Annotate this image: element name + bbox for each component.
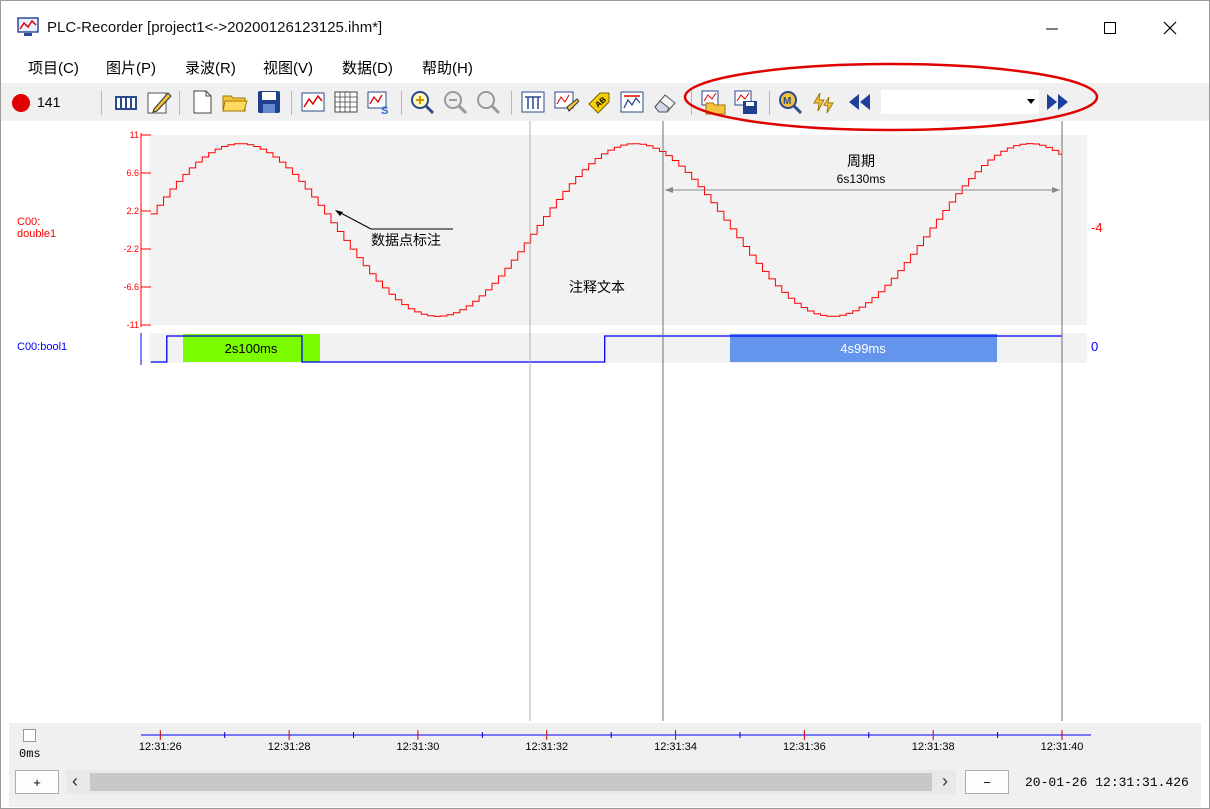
time-axis[interactable]: 12:31:26 12:31:28 12:31:30 12:31:32 12:31:34… xyxy=(9,723,1201,763)
app-icon xyxy=(17,17,39,36)
annotate-icon[interactable] xyxy=(553,89,579,115)
point-annotation-label[interactable]: 数据点标注 xyxy=(371,232,441,248)
maximize-icon xyxy=(1104,22,1116,34)
toolbar-separator xyxy=(511,91,512,115)
toolbar-separator xyxy=(179,91,180,115)
zoom-reset-icon[interactable] xyxy=(475,89,501,115)
chart-icon[interactable] xyxy=(619,89,645,115)
scrollbar-thumb[interactable] xyxy=(90,773,932,791)
x-tick-label: 12:31:26 xyxy=(139,741,182,753)
y-tick-label: 2.2 xyxy=(126,206,139,216)
signal-settings-icon[interactable]: S xyxy=(366,89,392,115)
title-bar: PLC-Recorder [project1<->20200126123125.… xyxy=(1,1,1209,47)
grid-icon[interactable] xyxy=(333,89,359,115)
window-title: PLC-Recorder [project1<->20200126123125.… xyxy=(47,19,383,36)
zoom-out-icon[interactable] xyxy=(442,89,468,115)
minimize-button[interactable] xyxy=(1029,11,1075,45)
span-label-2: 4s99ms xyxy=(840,341,886,356)
x-tick-label: 12:31:28 xyxy=(268,741,311,753)
note-text[interactable]: 注释文本 xyxy=(569,279,625,295)
period-label: 周期 xyxy=(847,153,875,169)
highlight-ellipse xyxy=(683,62,1099,132)
y-tick-label: -2.2 xyxy=(123,244,139,254)
horizontal-scrollbar[interactable]: ‹ › xyxy=(66,770,956,794)
x-tick-label: 12:31:38 xyxy=(912,741,955,753)
record-indicator-icon xyxy=(12,94,30,112)
zoom-in-icon[interactable] xyxy=(409,89,435,115)
toolbar-separator xyxy=(401,91,402,115)
plc-icon[interactable] xyxy=(113,89,139,115)
scroll-right-icon[interactable]: › xyxy=(942,771,948,792)
app-window: PLC-Recorder [project1<->20200126123125.… xyxy=(0,0,1210,809)
y-ticks: 11 6.6 2.2 -2.2 -6.6 -11 xyxy=(123,130,151,330)
scroll-left-icon[interactable]: ‹ xyxy=(72,771,78,792)
x-tick-label: 12:31:34 xyxy=(654,741,697,753)
menu-view[interactable]: 视图(V) xyxy=(263,57,313,78)
close-icon xyxy=(1163,21,1177,35)
x-tick-label: 12:31:32 xyxy=(525,741,568,753)
svg-text:S: S xyxy=(381,105,388,115)
menu-data[interactable]: 数据(D) xyxy=(342,57,393,78)
zoom-plus-button[interactable]: + xyxy=(15,770,59,794)
open-folder-icon[interactable] xyxy=(222,89,248,115)
menu-picture[interactable]: 图片(P) xyxy=(106,57,156,78)
toolbar-separator xyxy=(291,91,292,115)
status-timestamp: 20-01-26 12:31:31.426 xyxy=(1025,775,1189,790)
zoom-minus-button[interactable]: − xyxy=(965,770,1009,794)
period-value: 6s130ms xyxy=(837,172,886,186)
chart-area[interactable]: C00: double1 C00:bool1 -4 0 11 6.6 2.2 -2.2… xyxy=(9,121,1201,721)
menu-project[interactable]: 项目(C) xyxy=(28,57,79,78)
analog-band xyxy=(149,135,1087,325)
save-icon[interactable] xyxy=(256,89,282,115)
x-ticks: 12:31:26 12:31:28 12:31:30 12:31:32 12:31:34… xyxy=(139,730,1084,753)
menu-record[interactable]: 录波(R) xyxy=(185,57,236,78)
y-tick-label: -11 xyxy=(127,320,139,330)
maximize-button[interactable] xyxy=(1087,11,1133,45)
waveform-plot[interactable]: 11 6.6 2.2 -2.2 -6.6 -11 2s100ms 4s99ms 周期 6s… xyxy=(9,121,1201,721)
marker-icon[interactable] xyxy=(520,89,546,115)
new-file-icon[interactable] xyxy=(189,89,215,115)
minimize-icon xyxy=(1046,28,1058,30)
close-button[interactable] xyxy=(1147,11,1193,45)
y-tick-label: -6.6 xyxy=(123,282,139,292)
record-count: 141 xyxy=(37,94,61,110)
x-tick-label: 12:31:40 xyxy=(1041,741,1084,753)
y-tick-label: 6.6 xyxy=(126,168,139,178)
edit-icon[interactable] xyxy=(146,89,172,115)
menu-help[interactable]: 帮助(H) xyxy=(422,57,473,78)
trend-icon[interactable] xyxy=(300,89,326,115)
span-label-1: 2s100ms xyxy=(225,341,278,356)
toolbar-separator xyxy=(101,91,102,115)
label-icon[interactable]: AB xyxy=(586,89,612,115)
eraser-icon[interactable] xyxy=(652,89,678,115)
x-tick-label: 12:31:30 xyxy=(397,741,440,753)
bottom-panel: 0ms 12:31:26 12:31:28 12:31:30 12:31:32 12:3… xyxy=(9,723,1201,807)
y-tick-label: 11 xyxy=(130,130,139,140)
x-tick-label: 12:31:36 xyxy=(783,741,826,753)
